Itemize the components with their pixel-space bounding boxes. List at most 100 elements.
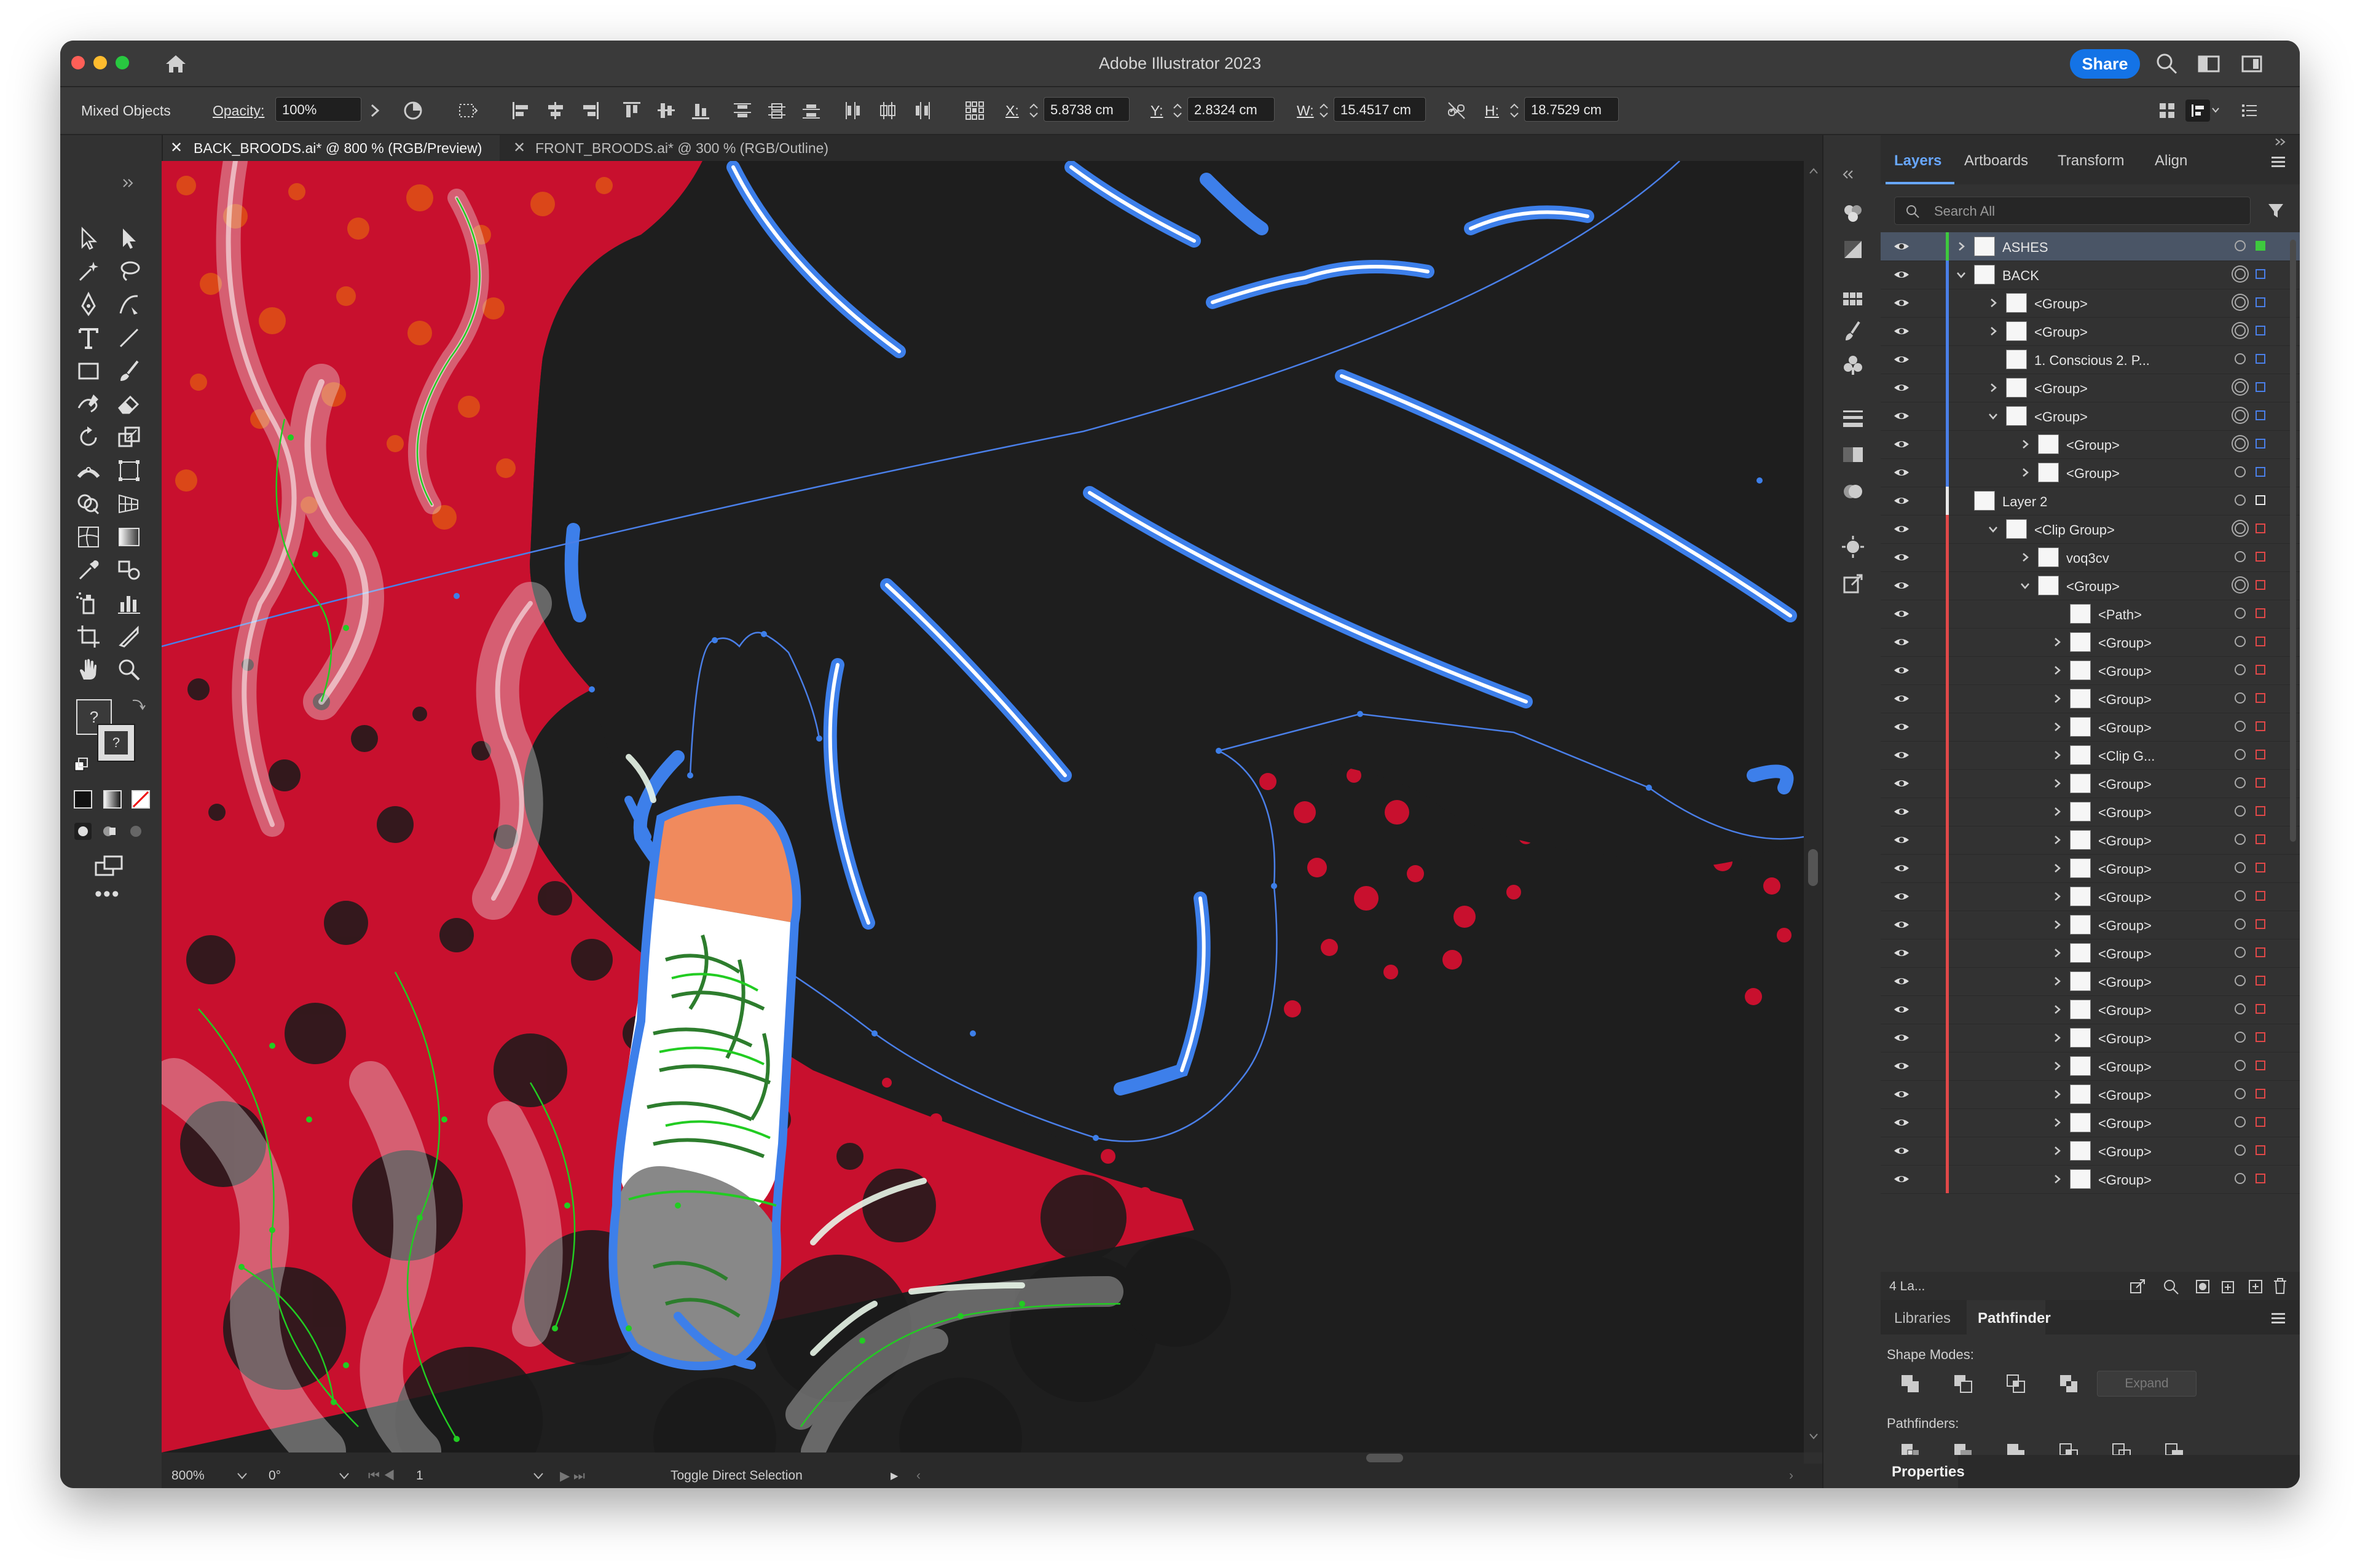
panel-menu-icon[interactable] (2270, 155, 2286, 168)
visibility-eye-icon[interactable] (1893, 551, 1910, 563)
visibility-eye-icon[interactable] (1893, 721, 1910, 733)
visibility-eye-icon[interactable] (1893, 1088, 1910, 1100)
target-icon[interactable] (2235, 466, 2246, 477)
align-to-selection-icon[interactable] (456, 100, 478, 122)
layer-row[interactable]: <Group> (1881, 854, 2300, 883)
layer-row[interactable]: <Group> (1881, 939, 2300, 968)
create-layer-icon[interactable] (2247, 1278, 2264, 1295)
mesh-tool-icon[interactable] (73, 521, 104, 553)
selection-indicator[interactable] (2256, 467, 2265, 477)
unite-icon[interactable] (1898, 1371, 1922, 1396)
layer-row[interactable]: BACK (1881, 261, 2300, 289)
swap-fill-stroke-icon[interactable] (129, 696, 146, 713)
opacity-label[interactable]: Opacity: (213, 103, 264, 119)
layer-row[interactable]: <Group> (1881, 374, 2300, 402)
target-icon[interactable] (2235, 862, 2246, 873)
screen-mode-icon[interactable] (92, 854, 127, 879)
expand-button[interactable]: Expand (2097, 1371, 2197, 1397)
visibility-eye-icon[interactable] (1893, 636, 1910, 648)
layer-row[interactable]: <Group> (1881, 1108, 2300, 1137)
chevron-right-icon[interactable] (2050, 692, 2064, 705)
search-icon[interactable] (2155, 52, 2179, 76)
selection-indicator[interactable] (2256, 1089, 2265, 1099)
target-icon[interactable] (2235, 919, 2246, 930)
swatches-icon[interactable] (1841, 288, 1865, 312)
layer-row[interactable]: <Group> (1881, 911, 2300, 939)
target-icon[interactable] (2235, 890, 2246, 901)
layer-row[interactable]: Layer 2 (1881, 487, 2300, 515)
target-icon[interactable] (2235, 438, 2246, 449)
layer-row[interactable]: <Group> (1881, 713, 2300, 742)
expand-panels-icon[interactable] (1842, 170, 1854, 179)
selection-indicator[interactable] (2256, 1117, 2265, 1127)
chevron-down-icon[interactable] (2018, 579, 2032, 592)
selection-indicator[interactable] (2256, 665, 2265, 675)
draw-inside-icon[interactable] (127, 822, 145, 841)
chevron-right-icon[interactable] (2018, 466, 2032, 479)
visibility-eye-icon[interactable] (1893, 834, 1910, 846)
chevron-right-icon[interactable] (2050, 890, 2064, 903)
selection-indicator[interactable] (2256, 1145, 2265, 1155)
slice-tool-icon[interactable] (113, 621, 145, 653)
collapse-panel-icon[interactable] (2274, 138, 2286, 146)
chevron-right-icon[interactable] (2050, 1059, 2064, 1073)
selection-indicator[interactable] (2256, 354, 2265, 364)
chevron-right-icon[interactable] (1986, 381, 2000, 394)
align-horizontal-center-icon[interactable] (545, 100, 567, 122)
tab-align[interactable]: Align (2155, 152, 2187, 170)
target-icon[interactable] (2235, 269, 2246, 280)
chevron-right-icon[interactable] (2050, 720, 2064, 734)
opacity-input[interactable]: 100% (275, 97, 361, 122)
tab-layers[interactable]: Layers (1894, 152, 1941, 170)
visibility-eye-icon[interactable] (1893, 325, 1910, 337)
target-icon[interactable] (2235, 410, 2246, 421)
chevron-right-icon[interactable] (2050, 805, 2064, 818)
layer-row[interactable]: <Group> (1881, 995, 2300, 1024)
visibility-eye-icon[interactable] (1893, 495, 1910, 507)
layer-row[interactable]: 1. Conscious 2. P... (1881, 345, 2300, 374)
visibility-eye-icon[interactable] (1893, 240, 1910, 253)
column-graph-tool-icon[interactable] (113, 587, 145, 619)
visibility-eye-icon[interactable] (1893, 806, 1910, 818)
x-position-input[interactable]: 5.8738 cm (1044, 97, 1130, 122)
asset-export-icon[interactable] (1841, 571, 1865, 596)
target-icon[interactable] (2235, 947, 2246, 958)
layer-row[interactable]: <Group> (1881, 458, 2300, 487)
eraser-tool-icon[interactable] (113, 388, 145, 420)
layer-row[interactable]: <Group> (1881, 826, 2300, 855)
selection-indicator[interactable] (2256, 721, 2265, 731)
selection-indicator[interactable] (2256, 1004, 2265, 1014)
target-icon[interactable] (2235, 579, 2246, 590)
default-fill-stroke-icon[interactable] (73, 756, 90, 773)
y-position-input[interactable]: 2.8324 cm (1187, 97, 1275, 122)
target-icon[interactable] (2235, 1003, 2246, 1014)
selection-indicator[interactable] (2256, 750, 2265, 759)
brushes-icon[interactable] (1841, 319, 1865, 344)
layer-row[interactable]: <Group> (1881, 769, 2300, 798)
align-bottom-icon[interactable] (690, 100, 712, 122)
align-vertical-center-icon[interactable] (655, 100, 677, 122)
color-guide-icon[interactable] (1841, 200, 1865, 225)
reference-point-icon[interactable] (964, 100, 986, 122)
artboard-number[interactable]: 1 (416, 1468, 423, 1483)
selection-indicator[interactable] (2256, 382, 2265, 392)
close-tab-icon[interactable]: ✕ (170, 135, 183, 161)
exclude-icon[interactable] (2056, 1371, 2081, 1396)
collect-for-export-icon[interactable] (2129, 1278, 2146, 1295)
selection-tool-icon[interactable] (73, 222, 104, 254)
scroll-right-icon[interactable]: › (1789, 1468, 1793, 1483)
stroke-panel-icon[interactable] (1841, 406, 1865, 430)
zoom-level[interactable]: 800% (171, 1468, 205, 1483)
distribute-vertical-center-icon[interactable] (766, 100, 788, 122)
draw-normal-icon[interactable] (74, 822, 92, 841)
layer-row[interactable]: <Group> (1881, 430, 2300, 459)
chevron-right-icon[interactable] (2050, 861, 2064, 875)
artboard-canvas[interactable] (162, 161, 1804, 1452)
recolor-artwork-icon[interactable] (402, 100, 424, 122)
arrange-icon[interactable] (2185, 100, 2220, 122)
chevron-right-icon[interactable] (2050, 1088, 2064, 1101)
align-left-icon[interactable] (510, 100, 532, 122)
target-icon[interactable] (2235, 777, 2246, 788)
layer-row[interactable]: <Group> (1881, 1052, 2300, 1081)
rotate-tool-icon[interactable] (73, 421, 104, 453)
